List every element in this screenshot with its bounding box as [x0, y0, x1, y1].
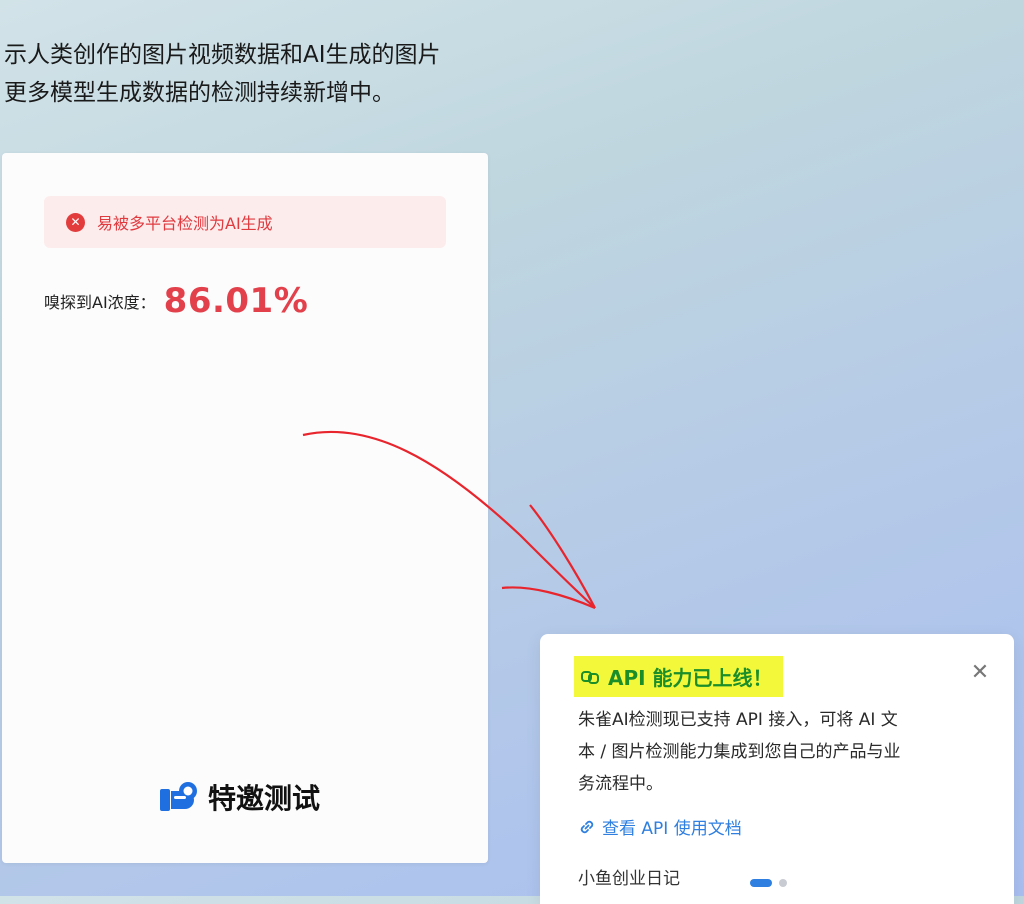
api-docs-link[interactable]: 查看 API 使用文档: [578, 814, 742, 839]
api-docs-link-text: 查看 API 使用文档: [602, 819, 742, 839]
close-circle-icon: ✕: [66, 212, 85, 232]
toast-body: 朱雀AI检测现已支持 API 接入，可将 AI 文 本 / 图片检测能力集成到您…: [578, 704, 978, 800]
score-label: 嗅探到AI浓度：: [44, 293, 156, 312]
toast-body-line-2: 本 / 图片检测能力集成到您自己的产品与业: [578, 742, 901, 762]
score-value: 86.01%: [163, 281, 309, 321]
toast-footer-text: 小鱼创业日记: [578, 869, 680, 889]
intro-text: 示人类创作的图片视频数据和AI生成的图片 更多模型生成数据的检测持续新增中。: [4, 36, 441, 112]
alert-text: 易被多平台检测为AI生成: [97, 214, 273, 233]
ai-score-row: 嗅探到AI浓度： 86.01%: [44, 281, 308, 321]
ai-warning-alert: ✕ 易被多平台检测为AI生成: [44, 196, 446, 248]
close-icon[interactable]: ✕: [968, 662, 992, 686]
link-chain-icon: [581, 670, 599, 684]
toast-pager[interactable]: [750, 879, 787, 887]
toast-title: API 能力已上线！: [574, 656, 783, 697]
api-announcement-toast: API 能力已上线！ ✕ 朱雀AI检测现已支持 API 接入，可将 AI 文 本…: [540, 634, 1014, 904]
special-invite-badge[interactable]: 特邀测试: [158, 777, 320, 817]
pointing-hand-icon: [160, 782, 197, 811]
detection-result-card: ✕ 易被多平台检测为AI生成 嗅探到AI浓度： 86.01% 特邀测试: [2, 153, 488, 863]
pager-dot-active[interactable]: [750, 879, 772, 887]
link-icon: [580, 820, 594, 833]
intro-line-2: 更多模型生成数据的检测持续新增中。: [4, 80, 395, 106]
pager-dot[interactable]: [779, 879, 787, 887]
toast-body-line-3: 务流程中。: [578, 774, 663, 794]
toast-body-line-1: 朱雀AI检测现已支持 API 接入，可将 AI 文: [578, 710, 898, 730]
intro-line-1: 示人类创作的图片视频数据和AI生成的图片: [4, 42, 441, 68]
promo-text: 特邀测试: [208, 782, 321, 815]
toast-title-text: API 能力已上线！: [608, 666, 773, 690]
